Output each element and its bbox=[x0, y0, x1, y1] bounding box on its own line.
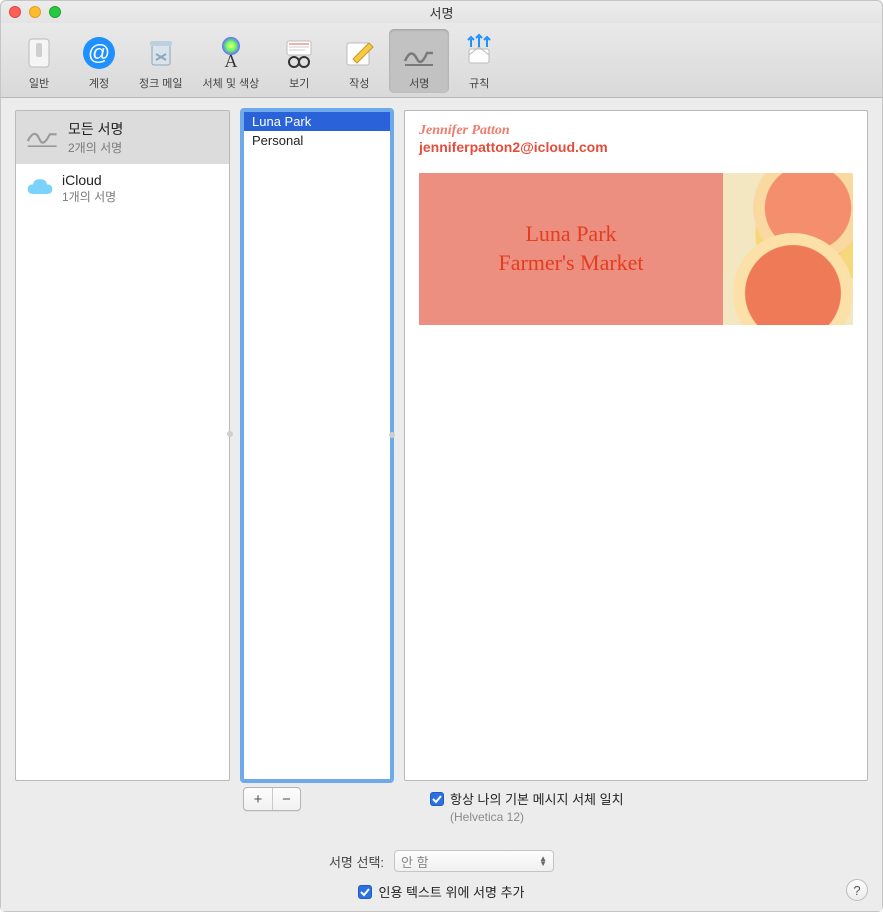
banner-text: Luna Park Farmer's Market bbox=[419, 173, 723, 325]
signature-item-personal[interactable]: Personal bbox=[244, 131, 390, 150]
tab-fonts[interactable]: A 서체 및 색상 bbox=[193, 29, 270, 93]
cloud-icon bbox=[26, 176, 54, 201]
checkbox-checked-icon[interactable] bbox=[430, 792, 444, 806]
add-signature-button[interactable]: + bbox=[244, 788, 272, 810]
choose-signature-popup[interactable]: 안 함 ▲▼ bbox=[394, 850, 554, 872]
accounts-icloud[interactable]: iCloud 1개의 서명 bbox=[16, 164, 229, 213]
tab-composing[interactable]: 작성 bbox=[329, 29, 389, 93]
titlebar: 서명 bbox=[1, 1, 882, 23]
tab-viewing[interactable]: 보기 bbox=[269, 29, 329, 93]
help-icon: ? bbox=[853, 883, 860, 898]
banner-image bbox=[723, 173, 853, 325]
tab-label: 서체 및 색상 bbox=[203, 75, 260, 91]
popup-value: 안 함 bbox=[401, 852, 429, 871]
tab-accounts[interactable]: @ 계정 bbox=[69, 29, 129, 93]
svg-text:@: @ bbox=[88, 40, 110, 65]
tab-rules[interactable]: 규칙 bbox=[449, 29, 509, 93]
resize-handle-icon[interactable] bbox=[227, 431, 233, 437]
font-hint: (Helvetica 12) bbox=[450, 810, 868, 824]
add-remove-segment: + − bbox=[243, 787, 301, 811]
tab-label: 일반 bbox=[29, 75, 49, 91]
trash-icon bbox=[141, 33, 181, 73]
fonts-icon: A bbox=[211, 33, 251, 73]
above-quoted-checkbox-row[interactable]: 인용 텍스트 위에 서명 추가 bbox=[358, 882, 524, 901]
match-font-label: 항상 나의 기본 메시지 서체 일치 bbox=[450, 789, 624, 808]
match-font-checkbox-row[interactable]: 항상 나의 기본 메시지 서체 일치 bbox=[430, 789, 868, 808]
compose-icon bbox=[339, 33, 379, 73]
account-text: iCloud 1개의 서명 bbox=[62, 172, 116, 205]
tab-label: 계정 bbox=[89, 75, 109, 91]
match-font-group: 항상 나의 기본 메시지 서체 일치 (Helvetica 12) bbox=[430, 789, 868, 824]
signature-icon bbox=[399, 33, 439, 73]
rules-icon bbox=[459, 33, 499, 73]
tab-general[interactable]: 일반 bbox=[9, 29, 69, 93]
toolbar: 일반 @ 계정 정크 메일 A 서체 및 색상 보기 bbox=[1, 23, 882, 98]
preview-name: Jennifer Patton bbox=[419, 123, 853, 139]
choose-signature-row: 서명 선택: 안 함 ▲▼ bbox=[329, 850, 554, 872]
tab-label: 서명 bbox=[409, 75, 429, 91]
window-title: 서명 bbox=[1, 3, 882, 22]
chevron-updown-icon: ▲▼ bbox=[539, 856, 547, 866]
svg-text:A: A bbox=[224, 51, 237, 71]
tab-junk[interactable]: 정크 메일 bbox=[129, 29, 193, 93]
help-button[interactable]: ? bbox=[846, 879, 868, 901]
resize-handle-icon[interactable] bbox=[389, 432, 395, 438]
signature-item-lunapark[interactable]: Luna Park bbox=[244, 112, 390, 131]
at-icon: @ bbox=[79, 33, 119, 73]
accounts-all-signatures[interactable]: 모든 서명 2개의 서명 bbox=[16, 111, 229, 164]
remove-signature-button[interactable]: − bbox=[272, 788, 300, 810]
checkbox-checked-icon[interactable] bbox=[358, 885, 372, 899]
preview-banner: Luna Park Farmer's Market bbox=[419, 173, 853, 325]
signature-preview[interactable]: Jennifer Patton jenniferpatton2@icloud.c… bbox=[404, 110, 868, 781]
tab-label: 보기 bbox=[289, 75, 309, 91]
account-sub: 1개의 서명 bbox=[62, 188, 116, 205]
account-name: iCloud bbox=[62, 172, 116, 188]
banner-line2: Farmer's Market bbox=[498, 250, 643, 275]
signature-icon bbox=[26, 122, 60, 153]
choose-signature-label: 서명 선택: bbox=[329, 852, 384, 871]
tab-signatures[interactable]: 서명 bbox=[389, 29, 449, 93]
account-name: 모든 서명 bbox=[68, 119, 123, 139]
three-pane: 모든 서명 2개의 서명 iCloud 1개의 서명 Luna Park bbox=[15, 110, 868, 781]
tab-label: 규칙 bbox=[469, 75, 489, 91]
accounts-list[interactable]: 모든 서명 2개의 서명 iCloud 1개의 서명 bbox=[15, 110, 230, 781]
signature-list[interactable]: Luna Park Personal bbox=[242, 110, 392, 781]
preview-email: jenniferpatton2@icloud.com bbox=[419, 139, 853, 155]
content-area: 모든 서명 2개의 서명 iCloud 1개의 서명 Luna Park bbox=[1, 98, 882, 911]
tab-label: 정크 메일 bbox=[139, 75, 183, 91]
preferences-window: 서명 일반 @ 계정 정크 메일 A 서체 및 색상 bbox=[0, 0, 883, 912]
glasses-icon bbox=[279, 33, 319, 73]
switch-icon bbox=[19, 33, 59, 73]
account-sub: 2개의 서명 bbox=[68, 139, 123, 156]
account-text: 모든 서명 2개의 서명 bbox=[68, 119, 123, 156]
tab-label: 작성 bbox=[349, 75, 369, 91]
bottom-options: 서명 선택: 안 함 ▲▼ 인용 텍스트 위에 서명 추가 ? bbox=[15, 850, 868, 901]
banner-line1: Luna Park bbox=[525, 221, 616, 246]
above-quoted-label: 인용 텍스트 위에 서명 추가 bbox=[378, 882, 524, 901]
